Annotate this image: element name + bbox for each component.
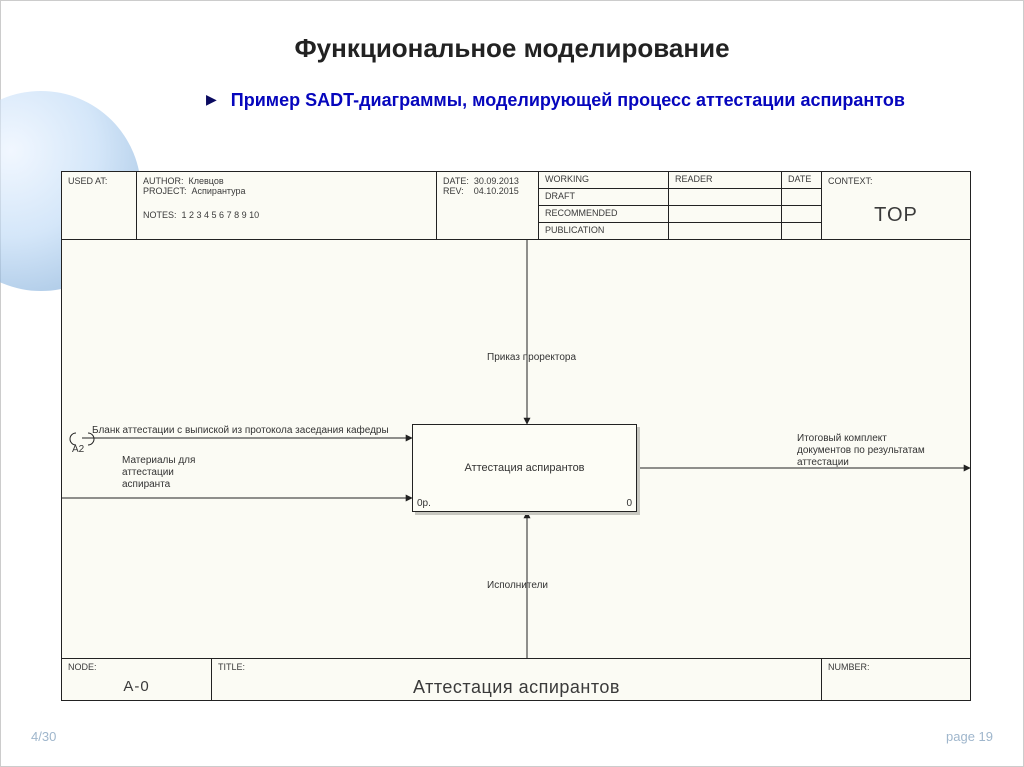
idef0-frame: USED AT: AUTHOR: Клевцов PROJECT: Аспира… <box>61 171 971 701</box>
mechanism-label: Исполнители <box>487 580 548 592</box>
hdr-author-project: AUTHOR: Клевцов PROJECT: Аспирантура NOT… <box>137 172 437 239</box>
box-title: Аттестация аспирантов <box>464 462 584 474</box>
box-op: 0р. <box>417 498 431 509</box>
output-label: Итоговый комплект документов по результа… <box>797 433 927 469</box>
subtitle-text: Пример SADT-диаграммы, моделирующей проц… <box>231 89 905 112</box>
control-label: Приказ проректора <box>487 352 587 364</box>
header-band: USED AT: AUTHOR: Клевцов PROJECT: Аспира… <box>62 172 970 240</box>
footer-band: NODE: A-0 TITLE: Аттестация аспирантов N… <box>62 658 970 700</box>
bullet-icon: ▶ <box>206 91 217 112</box>
hdr-date-col: DATE <box>782 172 822 239</box>
ftr-title: TITLE: Аттестация аспирантов <box>212 659 822 700</box>
subtitle-row: ▶ Пример SADT-диаграммы, моделирующей пр… <box>206 89 973 112</box>
input1-ref: А2 <box>72 444 84 456</box>
hdr-reader: READER <box>669 172 782 239</box>
hdr-dates: DATE: 30.09.2013 REV: 04.10.2015 <box>437 172 539 239</box>
box-index: 0 <box>626 498 632 509</box>
hdr-used-at: USED AT: <box>62 172 137 239</box>
diagram-canvas: Аттестация аспирантов 0р. 0 Приказ проре… <box>62 240 970 658</box>
hdr-context: CONTEXT: TOP <box>822 172 970 239</box>
hdr-status: WORKING DRAFT RECOMMENDED PUBLICATION <box>539 172 669 239</box>
page-counter-left: 4/30 <box>31 729 56 744</box>
input1-label: Бланк аттестации с выпиской из протокола… <box>92 425 402 437</box>
page-title: Функциональное моделирование <box>1 33 1023 64</box>
ftr-number: NUMBER: <box>822 659 970 700</box>
input2-label: Материалы для аттестации аспиранта <box>122 455 202 491</box>
ftr-node: NODE: A-0 <box>62 659 212 700</box>
function-box: Аттестация аспирантов 0р. 0 <box>412 424 637 512</box>
page-counter-right: page 19 <box>946 729 993 744</box>
